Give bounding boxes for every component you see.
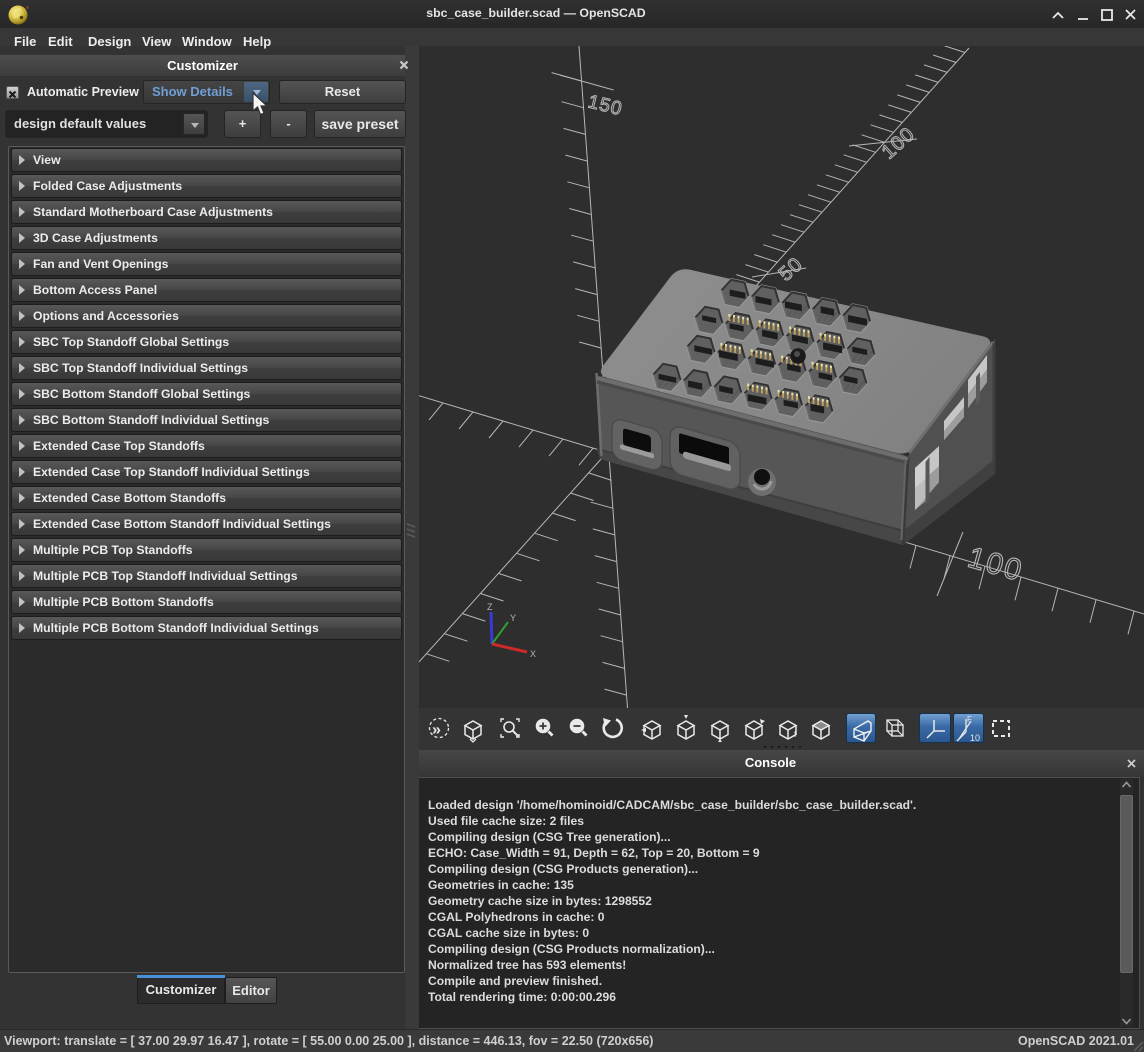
svg-text:»: »: [432, 722, 441, 739]
svg-text:Y: Y: [510, 613, 516, 623]
svg-text:X: X: [530, 649, 536, 659]
svg-text:Z: Z: [487, 602, 493, 612]
svg-text:F: F: [967, 715, 972, 724]
svg-text:10: 10: [970, 733, 980, 743]
